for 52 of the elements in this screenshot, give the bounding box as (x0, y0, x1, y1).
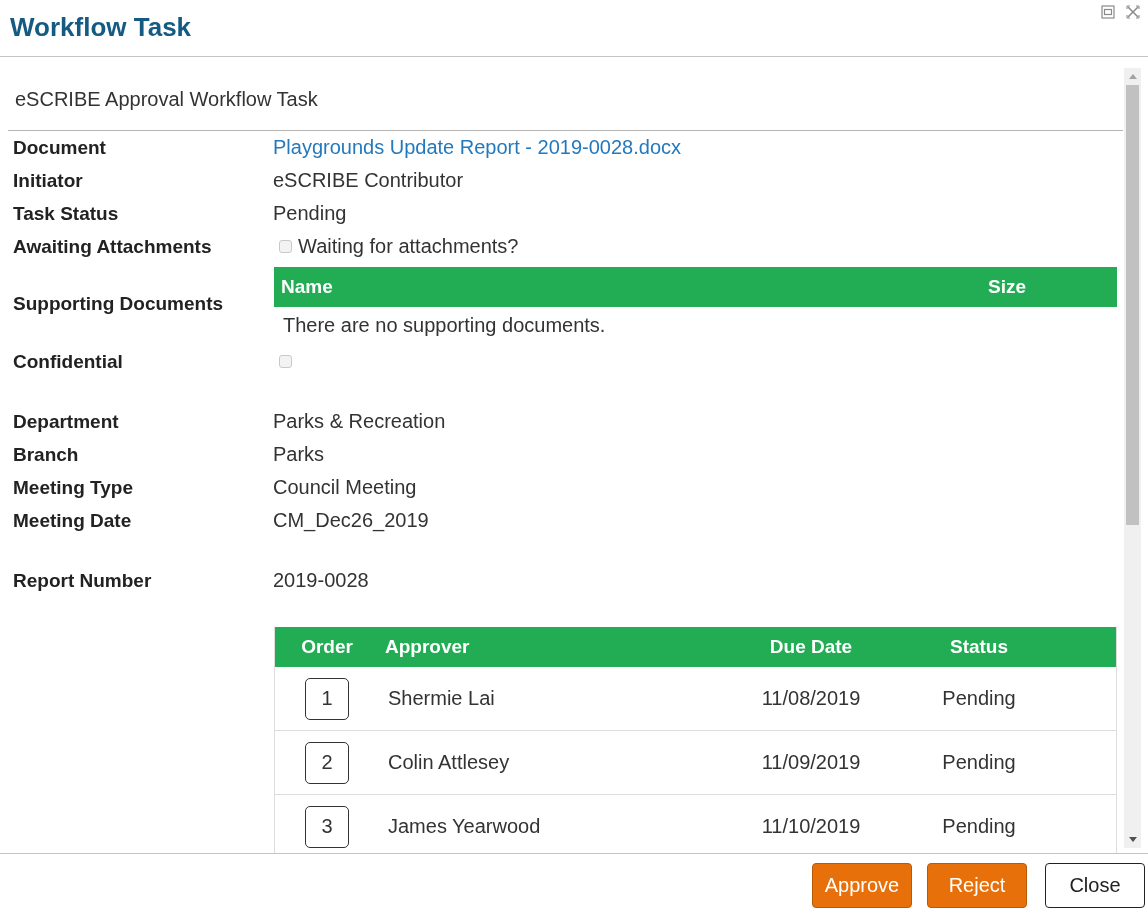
field-label: Meeting Type (13, 476, 133, 499)
field-label: Supporting Documents (13, 293, 224, 315)
order-number: 3 (305, 805, 349, 848)
column-header: Status (949, 636, 1009, 658)
close-icon[interactable] (1126, 5, 1140, 19)
field-label: Awaiting Attachments (13, 235, 212, 258)
order-number: 1 (305, 677, 349, 720)
field-value: Parks & Recreation (273, 410, 446, 433)
field-label: Task Status (13, 202, 119, 225)
approval-status: Pending (942, 815, 1016, 838)
restore-icon[interactable] (1101, 5, 1115, 19)
field-label: Meeting Date (13, 509, 132, 532)
approver-name: Colin Attlesey (387, 751, 510, 774)
approver-name: Shermie Lai (387, 687, 495, 710)
scrollbar-thumb[interactable] (1126, 85, 1139, 525)
checkbox-label: Waiting for attachments? (298, 235, 519, 258)
field-value: 2019-0028 (273, 569, 369, 592)
column-header: Size (987, 276, 1027, 298)
field-value: Parks (273, 443, 325, 466)
field-label: Branch (13, 443, 79, 466)
approval-status: Pending (942, 751, 1016, 774)
action-button[interactable]: Reject (927, 863, 1027, 908)
field-label: Initiator (13, 169, 83, 192)
checkbox[interactable] (279, 240, 292, 253)
document-link[interactable]: Playgrounds Update Report - 2019-0028.docx (273, 136, 682, 159)
due-date: 11/08/2019 (761, 687, 861, 710)
empty-message: There are no supporting documents. (283, 313, 606, 337)
field-label: Document (13, 136, 106, 159)
approval-status: Pending (942, 687, 1016, 710)
scrollbar[interactable] (1124, 68, 1141, 848)
scroll-down-icon[interactable] (1128, 837, 1137, 842)
due-date: 11/09/2019 (761, 751, 861, 774)
column-header: Approver (384, 636, 470, 658)
form-subtitle: eSCRIBE Approval Workflow Task (15, 87, 318, 111)
field-label: Report Number (13, 569, 152, 592)
field-value: Council Meeting (273, 476, 417, 499)
action-button[interactable]: Approve (812, 863, 912, 908)
column-header: Due Date (769, 636, 853, 658)
close-button[interactable]: Close (1045, 863, 1145, 908)
field-label: Confidential (13, 350, 123, 373)
order-number: 2 (305, 741, 349, 784)
checkbox[interactable] (279, 355, 292, 368)
column-header: Name (280, 276, 333, 298)
field-value: CM_Dec26_2019 (273, 509, 429, 532)
approver-name: James Yearwood (387, 815, 541, 838)
window-title: Workflow Task (10, 12, 192, 42)
scroll-up-icon[interactable] (1128, 74, 1137, 79)
field-label: Department (13, 410, 119, 433)
due-date: 11/10/2019 (761, 815, 861, 838)
column-header: Order (301, 636, 353, 658)
field-value: eSCRIBE Contributor (273, 169, 464, 192)
field-value: Pending (273, 202, 347, 225)
